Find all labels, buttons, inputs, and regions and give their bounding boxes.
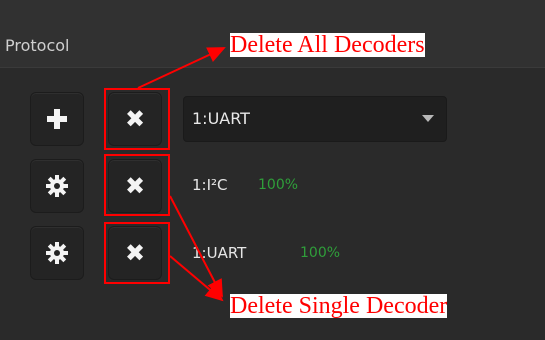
delete-single-arrow xyxy=(169,255,224,302)
delete-all-arrow xyxy=(137,47,226,89)
delete-all-annotation: Delete All Decoders xyxy=(230,32,425,58)
delete-single-annotation: Delete Single Decoder xyxy=(230,293,448,319)
delete-single-arrow xyxy=(169,195,223,298)
